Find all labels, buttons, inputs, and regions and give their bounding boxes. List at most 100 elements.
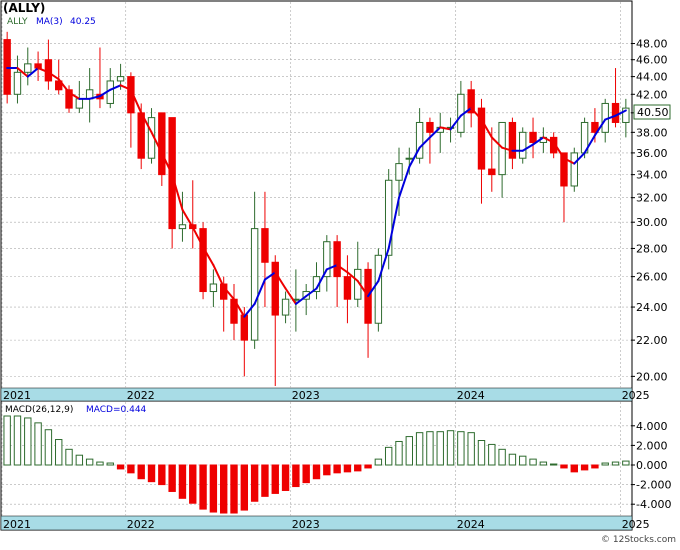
macd-bar: [116, 464, 125, 470]
candle-body: [261, 228, 269, 263]
ma-legend-value: 40.25: [70, 17, 96, 27]
macd-bar: [127, 464, 135, 474]
macd-bar: [271, 464, 279, 494]
macd-bar: [343, 464, 352, 473]
price-tick-label: 48.00: [636, 38, 668, 51]
macd-tick-label: -4.000: [636, 498, 671, 511]
macd-bar: [96, 461, 104, 466]
candle-body: [374, 254, 383, 324]
macd-bar: [199, 464, 207, 510]
ma-legend-label: MA(3): [36, 17, 63, 27]
price-x-tick-label: 2025: [622, 389, 650, 402]
macd-x-tick-label: 2025: [622, 518, 650, 531]
candle-body: [529, 131, 537, 143]
candle-body: [116, 76, 125, 82]
price-tick-label: 30.00: [636, 216, 668, 229]
macd-bar: [3, 415, 11, 466]
price-tick-label: 44.00: [636, 71, 668, 84]
candle-body: [395, 163, 403, 181]
macd-tick-label: 0.000: [636, 459, 668, 472]
macd-bar: [436, 431, 444, 466]
macd-bar: [446, 430, 455, 466]
price-x-tick-label: 2022: [127, 389, 155, 402]
macd-bar: [395, 440, 403, 466]
price-tick-label: 28.00: [636, 242, 668, 255]
macd-tick-label: -2.000: [636, 479, 671, 492]
macd-bar: [529, 458, 537, 466]
price-tick-label: 24.00: [636, 301, 668, 314]
candle-body: [75, 98, 84, 109]
price-x-tick-label: 2023: [292, 389, 320, 402]
macd-bar: [168, 464, 176, 492]
macd-bar: [467, 432, 475, 466]
macd-x-tick-label: 2024: [457, 518, 485, 531]
price-tick-label: 26.00: [636, 271, 668, 284]
macd-bar: [55, 439, 63, 466]
price-tick-label: 46.00: [636, 54, 668, 67]
stock-chart-svg: 20.00 22.00 24.00 26.00 28.00 30.00 32.00 34.00…: [0, 0, 676, 545]
macd-bar: [85, 458, 94, 466]
price-tick-label: 42.00: [636, 88, 668, 101]
candle-body: [570, 152, 578, 187]
macd-bar: [519, 455, 527, 466]
candle-body: [24, 63, 32, 73]
macd-bar: [44, 429, 53, 466]
macd-bar: [354, 464, 362, 472]
macd-x-tick-label: 2023: [292, 518, 320, 531]
macd-bar: [560, 464, 568, 469]
macd-bar: [24, 417, 32, 466]
candle-body: [209, 283, 218, 293]
price-tick-label: 22.00: [636, 334, 668, 347]
macd-bar: [508, 453, 517, 466]
candle-body: [426, 121, 434, 133]
price-tick-label: 38.00: [636, 126, 668, 139]
macd-bar: [178, 464, 187, 499]
ticker-title: (ALLY): [3, 1, 45, 15]
price-tick-label: 34.00: [636, 169, 668, 182]
candle-body: [158, 112, 166, 176]
candle-body: [333, 241, 341, 278]
macd-bar: [498, 448, 506, 466]
macd-bar: [405, 436, 413, 466]
candle-body: [405, 157, 413, 160]
macd-bar: [580, 464, 589, 471]
macd-x-tick-label: 2022: [127, 518, 155, 531]
macd-bar: [147, 464, 156, 483]
price-y-axis: 20.00 22.00 24.00 26.00 28.00 30.00 32.00 34.00…: [631, 38, 668, 383]
candle-body: [137, 112, 145, 159]
macd-bar: [488, 443, 496, 466]
macd-bar: [415, 432, 424, 466]
candle-body: [13, 71, 22, 95]
candle-body: [240, 314, 249, 341]
price-tick-label: 36.00: [636, 147, 668, 160]
macd-bar: [426, 431, 434, 466]
last-price-label: 40.50: [637, 106, 669, 119]
price-tick-label: 20.00: [636, 370, 668, 383]
macd-bar: [34, 422, 42, 466]
macd-legend-label: MACD(26,12,9): [5, 405, 73, 415]
macd-bar: [591, 464, 599, 469]
macd-bar: [457, 431, 465, 466]
macd-bar: [261, 464, 269, 497]
candle-body: [199, 228, 207, 293]
macd-bar: [106, 462, 114, 466]
macd-bar: [230, 464, 238, 514]
macd-bar: [250, 464, 259, 502]
price-x-tick-label: 2021: [3, 389, 31, 402]
macd-tick-label: 2.000: [636, 439, 668, 452]
macd-y-axis: -4.000 -2.000 0.000 2.000 4.000: [631, 420, 671, 511]
macd-legend-value: MACD=0.444: [86, 405, 147, 415]
macd-bar: [292, 464, 300, 488]
macd-bar: [539, 461, 548, 466]
macd-bar: [75, 454, 84, 466]
stock-chart-frame: 20.00 22.00 24.00 26.00 28.00 30.00 32.00 34.00…: [0, 0, 680, 546]
macd-bar: [477, 440, 486, 466]
series-legend: ALLY: [7, 17, 28, 27]
macd-bar: [570, 464, 578, 473]
macd-bar: [209, 464, 218, 513]
macd-bar: [611, 461, 620, 466]
candle-body: [488, 168, 496, 176]
macd-bar: [65, 448, 73, 466]
candle-body: [3, 39, 11, 95]
candle-body: [250, 228, 259, 341]
